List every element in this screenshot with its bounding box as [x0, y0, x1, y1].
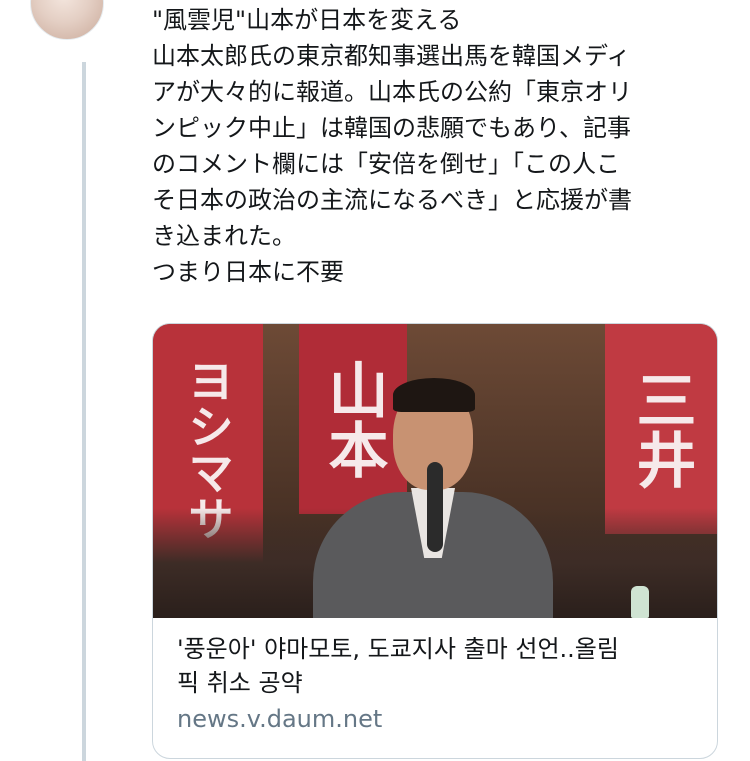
card-image-speaker [313, 364, 553, 618]
card-title-line: 픽 취소 공약 [177, 669, 303, 697]
card-title: '풍운아' 야마모토, 도쿄지사 출마 선언..올림 픽 취소 공약 [177, 632, 693, 700]
tweet-text-line: 山本太郎氏の東京都知事選出馬を韓国メディ [152, 42, 631, 70]
tweet-text-line: そ日本の政治の主流になるべき」と応援が書 [152, 186, 632, 214]
card-image-banner: 三井 [605, 324, 717, 534]
tweet-text-line: のコメント欄には「安倍を倒せ」「この人こ [152, 150, 620, 178]
card-domain: news.v.daum.net [177, 705, 383, 733]
card-body: '풍운아' 야마모토, 도쿄지사 출마 선언..올림 픽 취소 공약 news.… [153, 618, 717, 736]
card-image-bottle [631, 586, 649, 618]
card-title-line: '풍운아' 야마모토, 도쿄지사 출마 선언..올림 [177, 635, 619, 663]
tweet-text-line: き込まれた。 [152, 222, 296, 250]
avatar[interactable] [30, 0, 104, 40]
tweet-text-line: "風雲児"山本が日本を変える [152, 6, 462, 34]
link-preview-card[interactable]: ヨシマサ 山本 三井 '풍운아' 야마모토, 도쿄지사 출마 선언..올림 픽 … [152, 323, 718, 759]
tweet-text-line: ンピック中止」は韓国の悲願でもあり、記事 [152, 114, 632, 142]
tweet-text-line: つまり日本に不要 [152, 258, 344, 286]
card-image[interactable]: ヨシマサ 山本 三井 [153, 324, 717, 618]
tweet-page: "風雲児"山本が日本を変える 山本太郎氏の東京都知事選出馬を韓国メディ アが大々… [0, 0, 750, 761]
tweet-text-line: アが大々的に報道。山本氏の公約「東京オリ [152, 78, 632, 106]
microphone-icon [427, 462, 443, 552]
thread-connector-line [82, 62, 86, 761]
tweet-text: "風雲児"山本が日本を変える 山本太郎氏の東京都知事選出馬を韓国メディ アが大々… [152, 2, 732, 290]
